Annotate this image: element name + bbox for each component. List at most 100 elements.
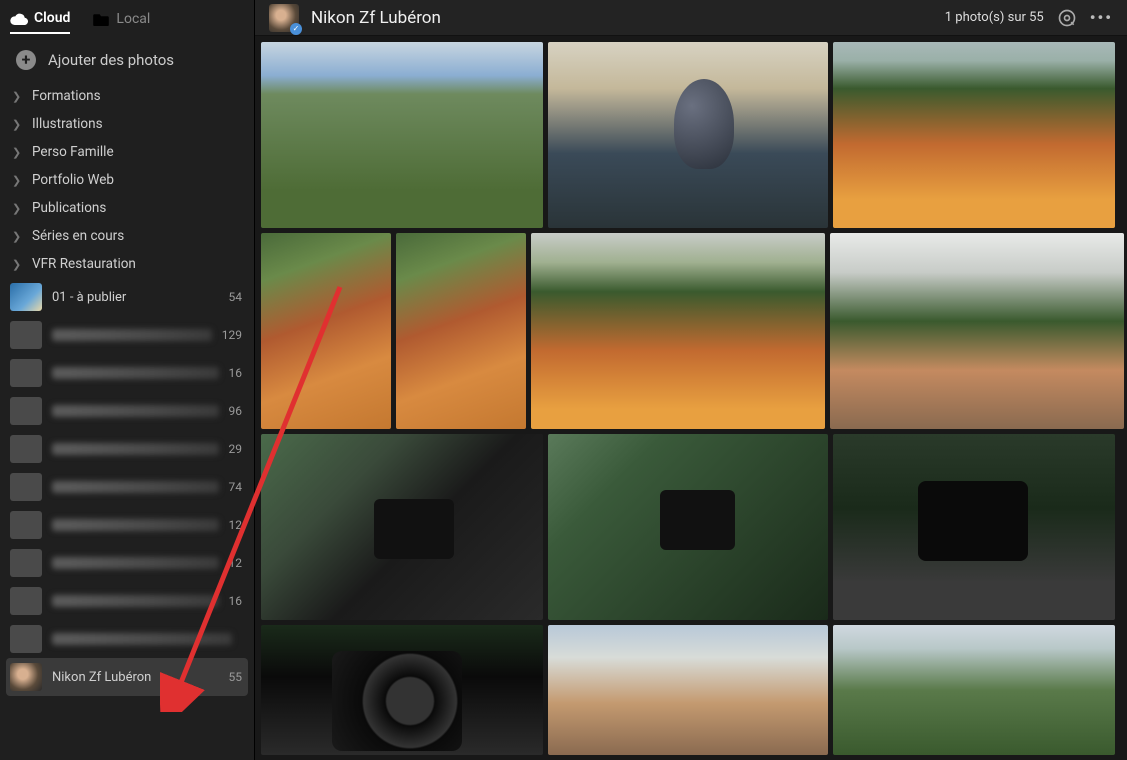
chevron-right-icon: ❯ [12, 146, 24, 159]
album-name [52, 519, 219, 531]
more-icon[interactable]: ••• [1090, 8, 1113, 27]
sidebar: Cloud Local + Ajouter des photos ❯ Format… [0, 0, 255, 760]
album-thumb-icon [10, 397, 42, 425]
album-name [52, 557, 219, 569]
sidebar-album[interactable]: 12 [0, 544, 254, 582]
album-name: Nikon Zf Lubéron [52, 670, 219, 685]
album-thumb-icon [10, 283, 42, 311]
album-name [52, 405, 219, 417]
folder-label: Perso Famille [32, 144, 114, 160]
photo-thumbnail[interactable] [548, 42, 828, 228]
sidebar-album-selected[interactable]: Nikon Zf Lubéron 55 [6, 658, 248, 696]
album-thumb-icon [10, 587, 42, 615]
folder-label: VFR Restauration [32, 256, 136, 272]
album-thumb-icon [10, 549, 42, 577]
photo-thumbnail[interactable] [548, 625, 828, 755]
album-thumb-icon [10, 473, 42, 501]
folder-label: Publications [32, 200, 106, 216]
album-count: 96 [229, 404, 243, 418]
sidebar-folder[interactable]: ❯ Séries en cours [0, 222, 254, 250]
album-count: 29 [229, 442, 243, 456]
photo-grid [255, 36, 1127, 760]
album-name [52, 481, 219, 493]
photo-thumbnail[interactable] [548, 434, 828, 620]
grid-row [261, 42, 1125, 228]
chevron-right-icon: ❯ [12, 258, 24, 271]
chevron-right-icon: ❯ [12, 118, 24, 131]
tab-local-label: Local [116, 11, 150, 27]
album-count: 74 [229, 480, 243, 494]
grid-row [261, 625, 1125, 755]
source-tabs: Cloud Local [0, 0, 254, 36]
sidebar-album[interactable] [0, 620, 254, 658]
chevron-right-icon: ❯ [12, 90, 24, 103]
tab-cloud-label: Cloud [34, 10, 70, 26]
sidebar-album[interactable]: 129 [0, 316, 254, 354]
share-icon[interactable] [1056, 7, 1078, 29]
photo-thumbnail[interactable] [261, 42, 543, 228]
photo-thumbnail[interactable] [833, 625, 1115, 755]
album-name [52, 329, 212, 341]
add-photos-button[interactable]: + Ajouter des photos [0, 36, 254, 82]
album-count: 16 [229, 366, 243, 380]
album-thumb-icon [10, 511, 42, 539]
photo-thumbnail[interactable] [261, 434, 543, 620]
photo-thumbnail[interactable] [833, 434, 1115, 620]
sidebar-folder[interactable]: ❯ Illustrations [0, 110, 254, 138]
album-thumb-icon [10, 359, 42, 387]
album-thumb: ✓ [269, 4, 299, 32]
album-count: 12 [229, 518, 243, 532]
sidebar-album[interactable]: 01 - à publier 54 [0, 278, 254, 316]
sidebar-album[interactable]: 12 [0, 506, 254, 544]
plus-icon: + [16, 50, 36, 70]
album-name: 01 - à publier [52, 290, 219, 305]
cloud-icon [10, 11, 28, 25]
photo-thumbnail[interactable] [396, 233, 526, 429]
grid-row [261, 434, 1125, 620]
photo-thumbnail[interactable] [261, 625, 543, 755]
sidebar-album[interactable]: 16 [0, 582, 254, 620]
folder-icon [92, 12, 110, 26]
chevron-right-icon: ❯ [12, 230, 24, 243]
tab-cloud[interactable]: Cloud [10, 10, 70, 34]
sidebar-folder[interactable]: ❯Portfolio Web [0, 166, 254, 194]
album-thumb-icon [10, 435, 42, 463]
photo-thumbnail[interactable] [833, 42, 1115, 228]
sidebar-folder[interactable]: ❯ Formations [0, 82, 254, 110]
album-thumb-icon [10, 321, 42, 349]
album-thumb-icon [10, 625, 42, 653]
album-name [52, 443, 219, 455]
chevron-right-icon: ❯ [12, 174, 24, 187]
album-count: 12 [229, 556, 243, 570]
sync-badge-icon: ✓ [290, 23, 302, 35]
main-area: ✓ Nikon Zf Lubéron 1 photo(s) sur 55 ••• [255, 0, 1127, 760]
album-thumb-icon [10, 663, 42, 691]
album-count: 54 [229, 290, 243, 304]
album-count: 129 [222, 328, 242, 342]
sidebar-folder[interactable]: ❯ VFR Restauration [0, 250, 254, 278]
sidebar-album[interactable]: 16 [0, 354, 254, 392]
photo-thumbnail[interactable] [531, 233, 825, 429]
photo-thumbnail[interactable] [830, 233, 1124, 429]
chevron-right-icon: ❯ [12, 202, 24, 215]
sidebar-album[interactable]: 96 [0, 392, 254, 430]
sidebar-folder[interactable]: ❯ Publications [0, 194, 254, 222]
album-name [52, 633, 232, 645]
folder-label: Séries en cours [32, 228, 124, 244]
sidebar-album[interactable]: 74 [0, 468, 254, 506]
folder-label: Illustrations [32, 116, 103, 132]
sidebar-album[interactable]: 29 [0, 430, 254, 468]
sidebar-list: ❯Formations❯Illustrations❯Perso Famille❯… [0, 82, 254, 760]
add-photos-label: Ajouter des photos [48, 51, 174, 69]
tab-local[interactable]: Local [92, 11, 150, 33]
folder-label: Formations [32, 88, 101, 104]
album-name [52, 595, 219, 607]
album-count: 16 [229, 594, 243, 608]
grid-row [261, 233, 1125, 429]
album-count: 55 [229, 670, 243, 684]
photo-thumbnail[interactable] [261, 233, 391, 429]
album-title: Nikon Zf Lubéron [311, 8, 441, 28]
topbar: ✓ Nikon Zf Lubéron 1 photo(s) sur 55 ••• [255, 0, 1127, 36]
sidebar-folder[interactable]: ❯ Perso Famille [0, 138, 254, 166]
album-name [52, 367, 219, 379]
